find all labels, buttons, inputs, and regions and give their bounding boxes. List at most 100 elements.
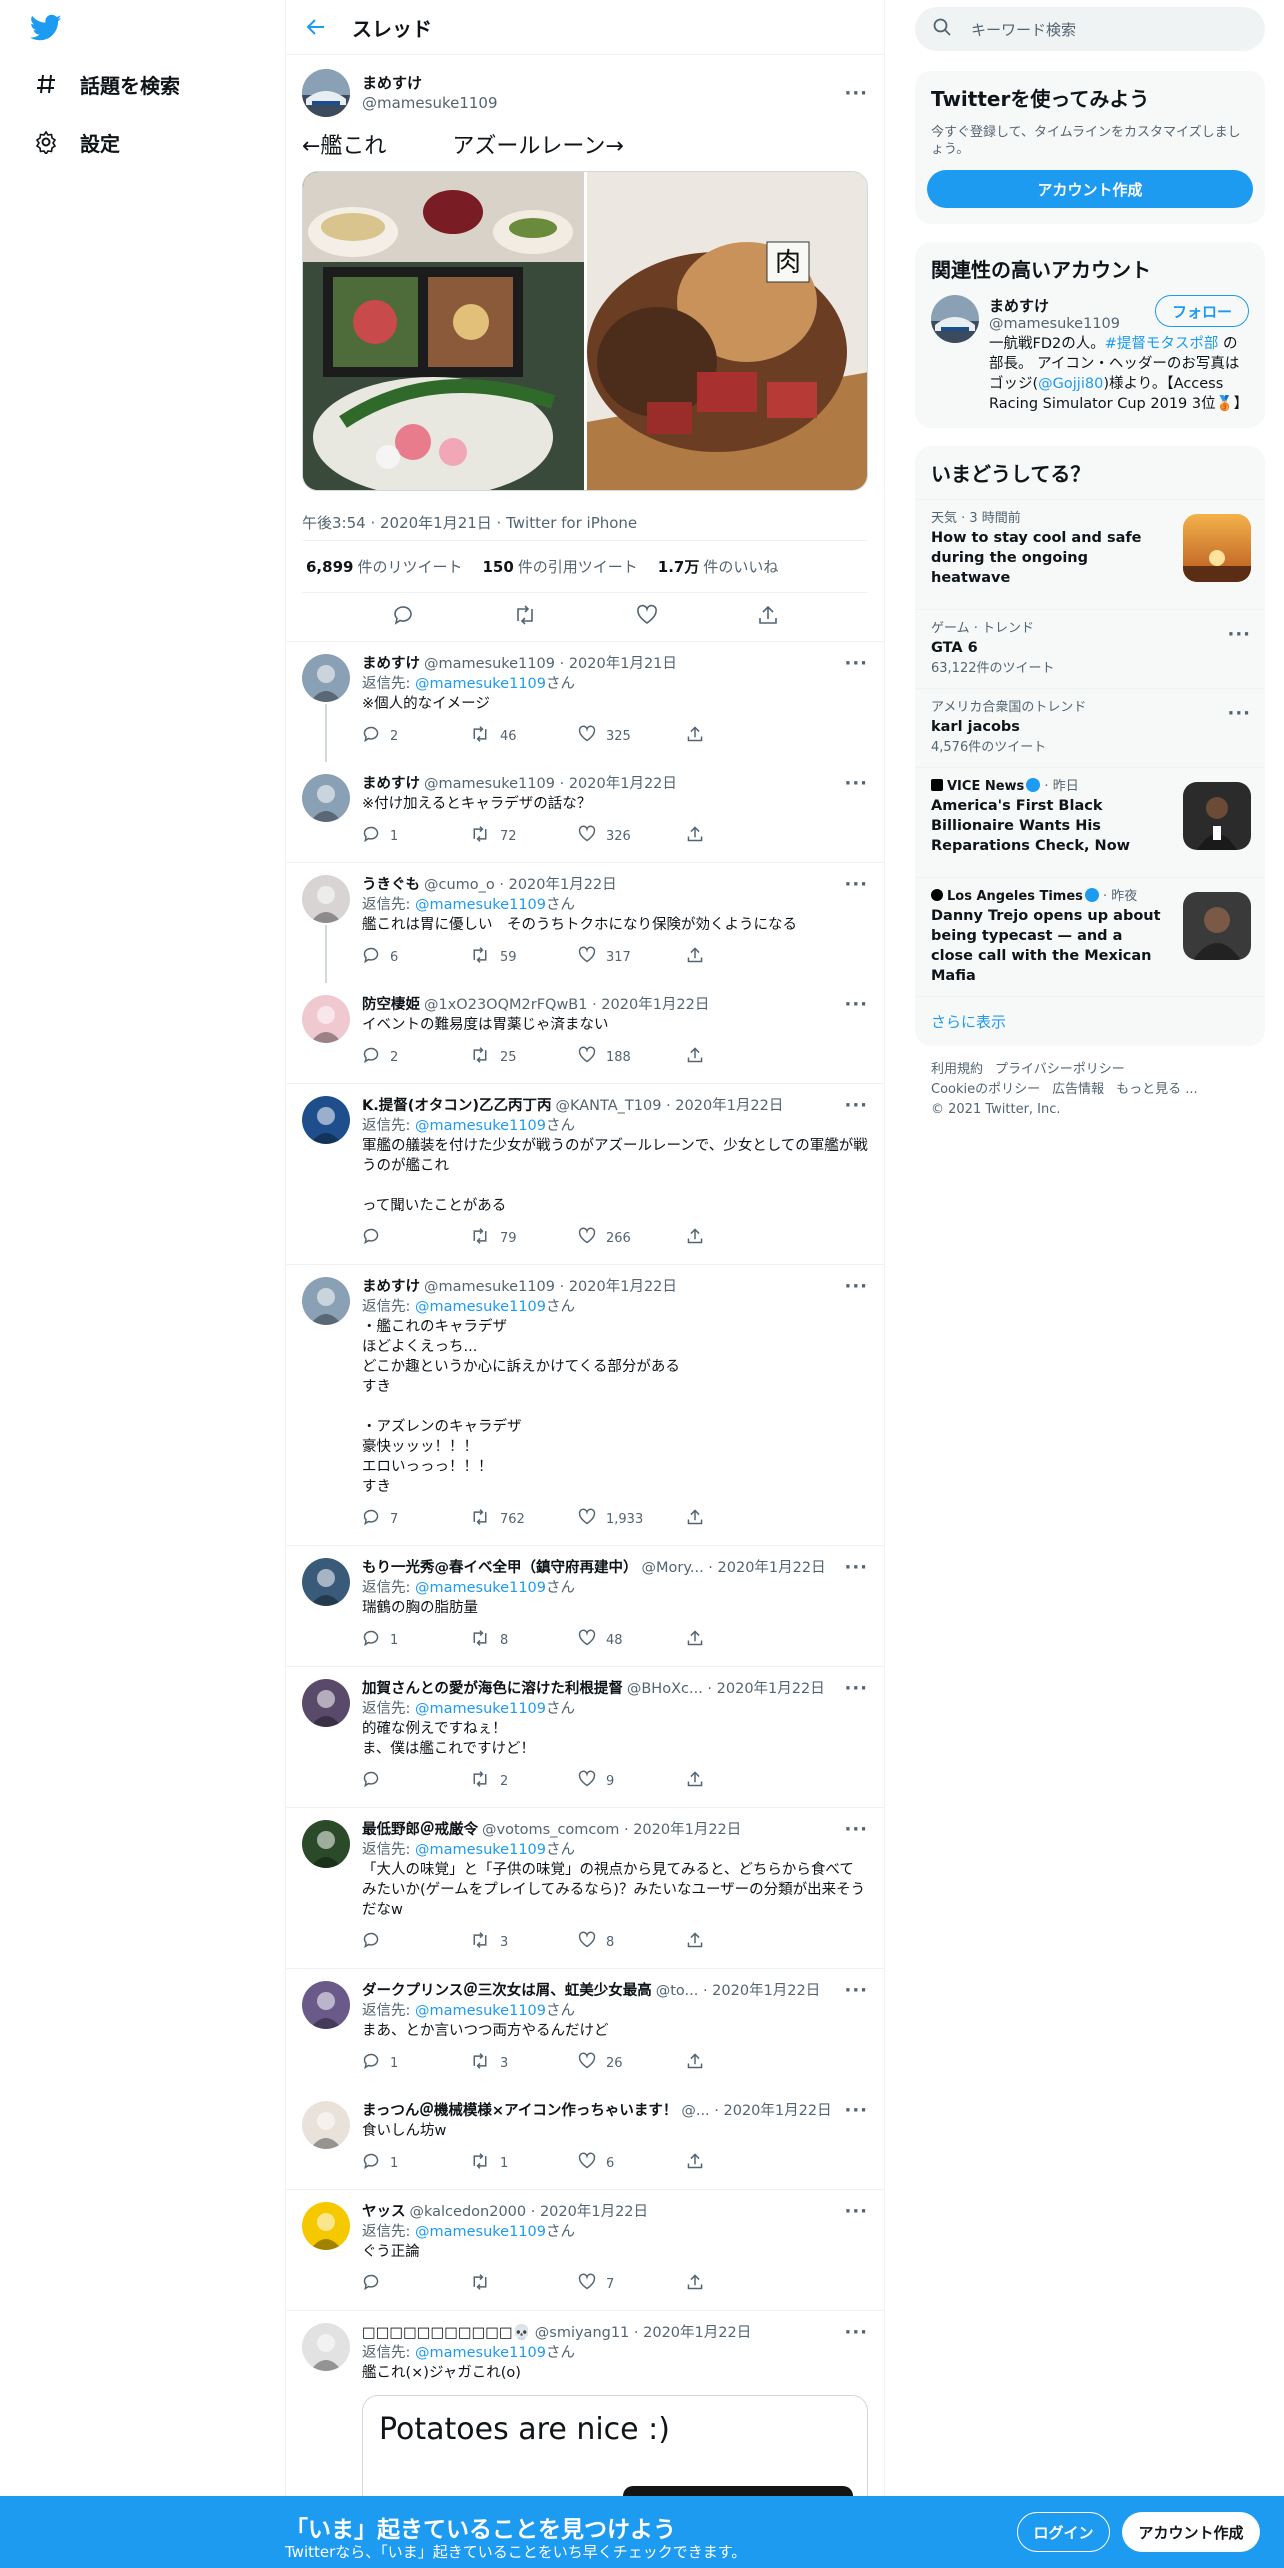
reply-action[interactable]: 2: [362, 725, 470, 747]
nav-explore[interactable]: 話題を検索: [32, 64, 180, 104]
retweet-count-label[interactable]: 件のリツイート: [357, 556, 462, 577]
show-more-link[interactable]: さらに表示: [915, 996, 1265, 1046]
reply-to-link[interactable]: @mamesuke1109: [415, 676, 546, 692]
reply-to-link[interactable]: @mamesuke1109: [415, 2345, 546, 2361]
reply-icon[interactable]: [392, 604, 414, 630]
more-icon[interactable]: ···: [834, 1096, 868, 1116]
share-action[interactable]: [686, 946, 794, 968]
share-action[interactable]: [686, 1770, 794, 1792]
reply-to-link[interactable]: @mamesuke1109: [415, 1118, 546, 1134]
like-action[interactable]: 325: [578, 725, 686, 747]
reply-handle-date[interactable]: @... · 2020年1月22日: [681, 2101, 831, 2121]
footer-terms-link[interactable]: 利用規約: [931, 1062, 983, 1077]
reply-to-link[interactable]: @mamesuke1109: [415, 1299, 546, 1315]
reply-tweet[interactable]: ダークプリンス＠三次女は屑、虹美少女最高 @to... · 2020年1月22日 ·…: [286, 1968, 884, 2089]
avatar[interactable]: [302, 875, 350, 923]
reply-action[interactable]: 2: [362, 1046, 470, 1068]
reply-to-link[interactable]: @mamesuke1109: [415, 1580, 546, 1596]
rt-action[interactable]: 762: [470, 1508, 578, 1530]
related-name[interactable]: まめすけ: [989, 295, 1120, 316]
more-icon[interactable]: ···: [834, 2101, 868, 2121]
share-action[interactable]: [686, 2052, 794, 2074]
reply-handle-date[interactable]: @kalcedon2000 · 2020年1月22日: [410, 2202, 649, 2222]
reply-handle-date[interactable]: @Mory... · 2020年1月22日: [642, 1558, 826, 1578]
search-input[interactable]: キーワード検索: [915, 7, 1265, 51]
reply-action[interactable]: [362, 2273, 470, 2295]
author-name[interactable]: まめすけ: [362, 73, 498, 93]
reply-tweet[interactable]: まっつん＠機械模様×アイコン作っちゃいます！ @... · 2020年1月22日 ·…: [286, 2089, 884, 2189]
reply-handle-date[interactable]: @smiyang11 · 2020年1月22日: [535, 2323, 751, 2343]
quote-count[interactable]: 150: [482, 558, 513, 576]
share-action[interactable]: [686, 825, 794, 847]
reply-action[interactable]: [362, 1227, 470, 1249]
like-count-label[interactable]: 件のいいね: [703, 556, 778, 577]
rt-action[interactable]: 79: [470, 1227, 578, 1249]
like-action[interactable]: 48: [578, 1629, 686, 1651]
reply-tweet[interactable]: K.提督(オタコン)乙乙丙丁丙 @KANTA_T109 · 2020年1月22日 ·…: [286, 1083, 884, 1264]
reply-author-name[interactable]: まめすけ: [362, 654, 420, 674]
reply-author-name[interactable]: ダークプリンス＠三次女は屑、虹美少女最高: [362, 1981, 652, 2001]
share-icon[interactable]: [757, 604, 779, 630]
trend-item[interactable]: VICE News · 昨日 America's First Black Bil…: [915, 767, 1265, 877]
more-icon[interactable]: ···: [834, 1981, 868, 2001]
like-icon[interactable]: [636, 604, 658, 630]
follow-button[interactable]: フォロー: [1154, 295, 1249, 327]
more-icon[interactable]: ···: [834, 2323, 868, 2343]
back-arrow-icon[interactable]: [306, 15, 330, 39]
reply-tweet[interactable]: 防空棲姫 @1xO23OQM2rFQwB1 · 2020年1月22日 ··· イベン…: [286, 983, 884, 1083]
reply-author-name[interactable]: K.提督(オタコン)乙乙丙丁丙: [362, 1096, 552, 1116]
reply-action[interactable]: 7: [362, 1508, 470, 1530]
quote-count-label[interactable]: 件の引用ツイート: [518, 556, 638, 577]
like-action[interactable]: 266: [578, 1227, 686, 1249]
avatar[interactable]: [302, 654, 350, 702]
more-icon[interactable]: ···: [834, 995, 868, 1015]
like-action[interactable]: 6: [578, 2152, 686, 2174]
reply-author-name[interactable]: うきぐも: [362, 875, 420, 895]
share-action[interactable]: [686, 1508, 794, 1530]
rt-action[interactable]: 1: [470, 2152, 578, 2174]
share-action[interactable]: [686, 2152, 794, 2174]
reply-author-name[interactable]: 防空棲姫: [362, 995, 420, 1015]
like-action[interactable]: 326: [578, 825, 686, 847]
share-action[interactable]: [686, 1227, 794, 1249]
share-action[interactable]: [686, 725, 794, 747]
reply-handle-date[interactable]: @KANTA_T109 · 2020年1月22日: [556, 1096, 784, 1116]
nav-settings[interactable]: 設定: [32, 122, 120, 162]
like-count[interactable]: 1.7万: [658, 556, 700, 577]
avatar[interactable]: [302, 1820, 350, 1868]
more-icon[interactable]: ···: [834, 654, 868, 674]
rt-action[interactable]: 3: [470, 1931, 578, 1953]
like-action[interactable]: 26: [578, 2052, 686, 2074]
share-action[interactable]: [686, 1931, 794, 1953]
more-icon[interactable]: ···: [834, 875, 868, 895]
avatar[interactable]: [302, 1558, 350, 1606]
like-action[interactable]: 8: [578, 1931, 686, 1953]
create-account-button[interactable]: アカウント作成: [927, 170, 1253, 208]
like-action[interactable]: 7: [578, 2273, 686, 2295]
rt-action[interactable]: [470, 2273, 578, 2295]
reply-author-name[interactable]: □□□□□□□□□□□💀: [362, 2323, 531, 2343]
reply-tweet[interactable]: まめすけ @mamesuke1109 · 2020年1月22日 ··· ※付け加える…: [286, 762, 884, 862]
more-icon[interactable]: ···: [1227, 703, 1251, 724]
reply-action[interactable]: [362, 1770, 470, 1792]
reply-author-name[interactable]: もり一光秀@春イベ全甲（鎮守府再建中）: [362, 1558, 638, 1578]
share-action[interactable]: [686, 2273, 794, 2295]
trend-item[interactable]: 天気 · 3 時間前 How to stay cool and safe dur…: [915, 499, 1265, 609]
reply-action[interactable]: [362, 1931, 470, 1953]
signup-button[interactable]: アカウント作成: [1122, 2512, 1260, 2552]
reply-action[interactable]: 1: [362, 825, 470, 847]
related-handle[interactable]: @mamesuke1109: [989, 316, 1120, 332]
reply-handle-date[interactable]: @BHoXc... · 2020年1月22日: [627, 1679, 825, 1699]
reply-to-link[interactable]: @mamesuke1109: [415, 2224, 546, 2240]
share-action[interactable]: [686, 1046, 794, 1068]
reply-tweet[interactable]: 加賀さんとの愛が海色に溶けた利根提督 @BHoXc... · 2020年1月22日…: [286, 1666, 884, 1807]
rt-action[interactable]: 46: [470, 725, 578, 747]
reply-tweet[interactable]: ヤッス @kalcedon2000 · 2020年1月22日 ··· 返信先: @m…: [286, 2189, 884, 2310]
reply-action[interactable]: 1: [362, 1629, 470, 1651]
reply-tweet[interactable]: まめすけ @mamesuke1109 · 2020年1月21日 ··· 返信先: @…: [286, 641, 884, 762]
reply-author-name[interactable]: まめすけ: [362, 1277, 420, 1297]
reply-handle-date[interactable]: @1xO23OQM2rFQwB1 · 2020年1月22日: [424, 995, 709, 1015]
bio-mention-link[interactable]: @Gojji80: [1038, 376, 1103, 392]
avatar[interactable]: [302, 69, 350, 117]
footer-cookie-link[interactable]: Cookieのポリシー: [931, 1082, 1040, 1097]
